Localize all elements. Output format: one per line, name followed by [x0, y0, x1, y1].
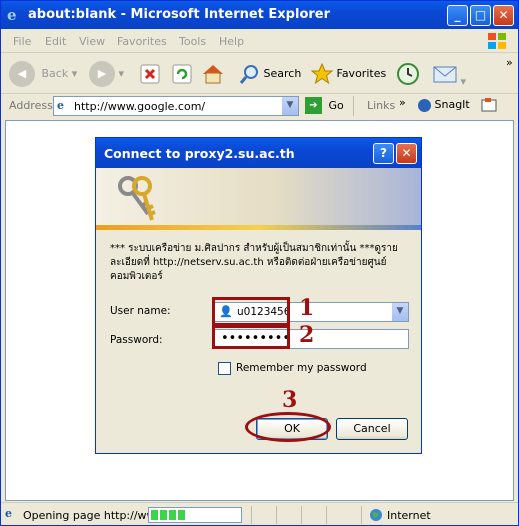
toolbar-chevron[interactable]: » — [506, 56, 513, 69]
snagit-button[interactable]: SnagIt — [418, 98, 470, 112]
dialog-banner — [96, 168, 421, 230]
go-button[interactable]: ➔ Go — [305, 97, 344, 114]
status-bar: e Opening page http://ww Internet — [1, 502, 518, 526]
status-divider — [326, 506, 327, 524]
username-label: User name: — [110, 305, 171, 317]
remember-label: Remember my password — [236, 362, 367, 374]
dialog-title-bar: Connect to proxy2.su.ac.th ? ✕ — [96, 138, 421, 168]
stop-button[interactable] — [139, 59, 161, 89]
history-button[interactable] — [396, 59, 420, 89]
annotation-number-1: 1 — [299, 295, 315, 321]
cancel-button[interactable]: Cancel — [336, 418, 408, 440]
search-icon — [239, 65, 258, 84]
window-title: about:blank - Microsoft Internet Explore… — [28, 7, 331, 22]
forward-button[interactable]: ▶ ▾ — [89, 59, 124, 89]
back-button[interactable]: ◀ Back ▾ — [9, 59, 77, 89]
home-icon — [203, 65, 223, 84]
stop-icon — [140, 64, 160, 84]
refresh-button[interactable] — [171, 59, 193, 89]
close-button[interactable]: ✕ — [493, 5, 514, 26]
menu-file[interactable]: File — [13, 35, 31, 48]
address-label: Address — [9, 99, 53, 112]
ie-icon: e — [7, 6, 17, 24]
menu-tools[interactable]: Tools — [179, 35, 206, 48]
remember-checkbox[interactable] — [218, 362, 231, 375]
back-arrow-icon: ◀ — [9, 61, 35, 87]
username-dropdown-icon[interactable]: ▼ — [392, 303, 408, 321]
status-text: Opening page http://ww — [23, 509, 156, 522]
page-icon: e — [57, 99, 64, 112]
address-bar: Address e http://www.google.com/ ▼ ➔ Go … — [1, 94, 518, 118]
address-url: http://www.google.com/ — [74, 100, 206, 113]
connect-dialog: Connect to proxy2.su.ac.th ? ✕ *** ระบบเ… — [95, 137, 422, 454]
separator — [353, 96, 354, 116]
menu-favorites[interactable]: Favorites — [117, 35, 167, 48]
links-label[interactable]: Links — [367, 99, 395, 112]
status-divider — [361, 506, 362, 524]
capture-icon[interactable] — [481, 97, 497, 113]
ie-window: e about:blank - Microsoft Internet Explo… — [0, 0, 519, 526]
status-divider — [276, 506, 277, 524]
dialog-title: Connect to proxy2.su.ac.th — [104, 146, 295, 161]
links-chevron[interactable]: » — [399, 96, 406, 109]
globe-icon — [370, 509, 382, 521]
standard-toolbar: ◀ Back ▾ ▶ ▾ Search Favorites ▾ » — [1, 54, 518, 94]
mail-button[interactable]: ▾ — [433, 59, 466, 89]
annotation-ellipse-ok — [245, 412, 331, 442]
snagit-icon — [418, 98, 431, 112]
address-input[interactable]: e http://www.google.com/ ▼ — [53, 96, 299, 116]
maximize-button[interactable]: □ — [470, 5, 491, 26]
annotation-number-2: 2 — [299, 322, 315, 348]
keys-icon — [118, 176, 156, 221]
dialog-close-button[interactable]: ✕ — [396, 143, 417, 164]
progress-bar — [148, 507, 242, 523]
minimize-button[interactable]: _ — [447, 5, 468, 26]
menu-view[interactable]: View — [79, 35, 105, 48]
zone-label: Internet — [387, 509, 431, 522]
title-bar: e about:blank - Microsoft Internet Explo… — [1, 1, 518, 29]
address-dropdown-icon[interactable]: ▼ — [282, 97, 298, 115]
banner-stripe — [96, 225, 421, 230]
search-button[interactable]: Search — [238, 59, 301, 89]
page-loading-icon: e — [5, 507, 12, 520]
menu-help[interactable]: Help — [219, 35, 244, 48]
windows-logo-icon — [488, 33, 506, 49]
history-icon — [397, 63, 419, 85]
forward-arrow-icon: ▶ — [89, 61, 115, 87]
menu-edit[interactable]: Edit — [45, 35, 66, 48]
annotation-number-3: 3 — [282, 387, 298, 413]
mail-icon — [433, 66, 457, 83]
annotation-box-username — [212, 297, 290, 326]
favorites-button[interactable]: Favorites — [310, 59, 386, 89]
dialog-message: *** ระบบเครือข่าย ม.ศิลปากร สำหรับผู้เป็… — [110, 243, 398, 282]
go-arrow-icon: ➔ — [305, 97, 322, 114]
progress-fill — [151, 510, 187, 520]
star-icon — [310, 62, 334, 85]
menu-bar: File Edit View Favorites Tools Help — [1, 29, 518, 53]
annotation-box-password — [212, 325, 290, 349]
password-label: Password: — [110, 334, 163, 346]
refresh-icon — [172, 64, 192, 84]
dialog-help-button[interactable]: ? — [373, 143, 394, 164]
status-divider — [301, 506, 302, 524]
status-divider — [251, 506, 252, 524]
home-button[interactable] — [201, 59, 225, 89]
